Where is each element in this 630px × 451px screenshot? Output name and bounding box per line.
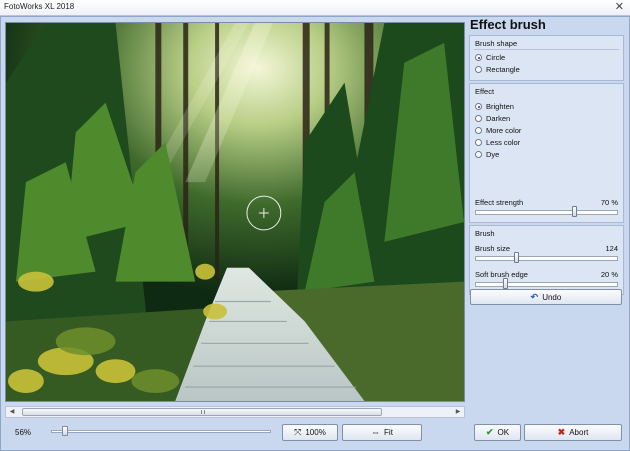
brush-size-value: 124 xyxy=(605,244,618,253)
undo-button[interactable]: ↶ Undo xyxy=(470,289,622,305)
soft-brush-edge-slider[interactable]: Soft brush edge 20 % xyxy=(475,270,618,290)
soft-brush-edge-value: 20 % xyxy=(600,270,618,279)
zoom-slider-track xyxy=(51,430,271,433)
radio-button[interactable] xyxy=(475,151,482,158)
slider-track xyxy=(475,282,618,287)
zoom-slider-knob[interactable] xyxy=(61,426,68,436)
group-divider xyxy=(474,49,619,50)
zoom-actual-size-icon: ⤧ xyxy=(294,427,302,437)
close-icon[interactable]: ✕ xyxy=(615,0,624,14)
fit-arrows-icon: ⇔ xyxy=(371,427,381,437)
effect-strength-value: 70 % xyxy=(600,198,618,207)
zoom-100-label: 100% xyxy=(305,428,326,437)
slider-knob[interactable] xyxy=(571,206,577,217)
scroll-left-icon[interactable]: ◀ xyxy=(6,407,18,417)
effect-title: Effect xyxy=(475,87,495,96)
brush-shape-group: Brush shape Circle Rectangle xyxy=(469,35,624,81)
radio-button[interactable] xyxy=(475,139,482,146)
undo-arrow-icon: ↶ xyxy=(530,291,539,302)
radio-button[interactable] xyxy=(475,115,482,122)
slider-track xyxy=(475,256,618,261)
window-title: FotoWorks XL 2018 xyxy=(4,2,75,11)
radio-more-color[interactable]: More color xyxy=(475,126,521,135)
grip-icon xyxy=(201,410,205,414)
effect-strength-label: Effect strength xyxy=(475,198,524,207)
radio-less-color-label: Less color xyxy=(486,138,521,147)
radio-more-color-label: More color xyxy=(486,126,522,135)
radio-button[interactable] xyxy=(475,66,482,73)
zoom-level: 56% xyxy=(15,428,32,437)
fit-label: Fit xyxy=(384,428,393,437)
soft-brush-edge-label: Soft brush edge xyxy=(475,270,528,279)
radio-dye-label: Dye xyxy=(486,150,500,159)
radio-brighten[interactable]: Brighten xyxy=(475,102,514,111)
brush-title: Brush xyxy=(475,229,495,238)
radio-less-color[interactable]: Less color xyxy=(475,138,520,147)
slider-knob[interactable] xyxy=(502,278,508,289)
radio-brighten-label: Brighten xyxy=(486,102,514,111)
radio-rectangle-label: Rectangle xyxy=(486,65,520,74)
forest-photo xyxy=(6,23,464,401)
zoom-slider[interactable] xyxy=(51,426,271,436)
radio-dye[interactable]: Dye xyxy=(475,150,499,159)
brush-size-slider[interactable]: Brush size 124 xyxy=(475,244,618,264)
effect-brush-panel: Effect brush Brush shape Circle Rectangl… xyxy=(468,17,629,437)
fit-button[interactable]: ⇔ Fit xyxy=(342,424,422,441)
radio-button-selected[interactable] xyxy=(475,54,482,61)
effect-strength-slider[interactable]: Effect strength 70 % xyxy=(475,198,618,218)
radio-darken-label: Darken xyxy=(486,114,511,123)
effect-group: Effect Brighten Darken More color Less c… xyxy=(469,83,624,223)
undo-label: Undo xyxy=(542,292,562,302)
slider-track xyxy=(475,210,618,215)
radio-button-selected[interactable] xyxy=(475,103,482,110)
radio-rectangle[interactable]: Rectangle xyxy=(475,65,520,74)
radio-circle[interactable]: Circle xyxy=(475,53,505,62)
scroll-right-icon[interactable]: ▶ xyxy=(452,407,464,417)
zoom-100-button[interactable]: ⤧ 100% xyxy=(282,424,338,441)
title-bar: FotoWorks XL 2018 ✕ xyxy=(0,0,630,16)
radio-button[interactable] xyxy=(475,127,482,134)
panel-title: Effect brush xyxy=(470,17,546,32)
brush-size-label: Brush size xyxy=(475,244,511,253)
brush-shape-title: Brush shape xyxy=(475,39,518,48)
radio-circle-label: Circle xyxy=(486,53,506,62)
slider-knob[interactable] xyxy=(513,252,519,263)
image-canvas[interactable] xyxy=(5,22,465,402)
scrollbar-thumb[interactable] xyxy=(22,408,382,416)
radio-darken[interactable]: Darken xyxy=(475,114,510,123)
horizontal-scrollbar[interactable]: ◀ ▶ xyxy=(5,406,465,418)
brush-group: Brush Brush size 124 Soft brush edge 20 … xyxy=(469,225,624,295)
main-window: ◀ ▶ 56% ⤧ 100% ⇔ Fit ✔ OK ✖ Abort Effect… xyxy=(0,16,630,451)
